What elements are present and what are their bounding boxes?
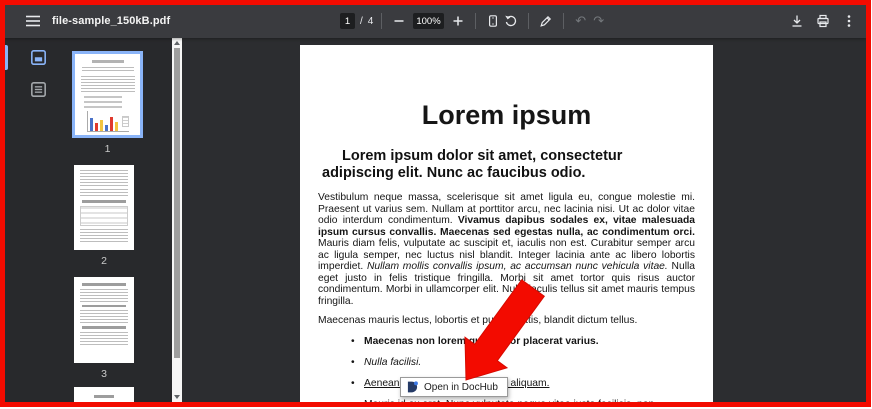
open-in-dochub-button[interactable]: Open in DocHub xyxy=(400,377,508,397)
zoom-in-icon[interactable] xyxy=(449,12,467,30)
undo-icon[interactable]: ↶ xyxy=(572,12,590,30)
zoom-out-icon[interactable] xyxy=(390,12,408,30)
bullet-item: Maecenas non lorem quis tortor placerat … xyxy=(364,336,695,348)
open-in-dochub-label: Open in DocHub xyxy=(424,382,498,393)
second-paragraph: Maecenas mauris lectus, lobortis et puru… xyxy=(318,315,695,327)
thumbnail-page-2-preview[interactable] xyxy=(74,165,134,250)
thumbnails-panel: 1 2 3 xyxy=(56,38,172,402)
thumbnail-chart-preview xyxy=(87,111,129,132)
paragraph-text-italic: Nullam mollis convallis ipsum, ac accums… xyxy=(367,261,668,272)
redo-icon[interactable]: ↷ xyxy=(590,12,608,30)
more-options-icon[interactable] xyxy=(840,12,858,30)
thumbnail-page-number: 3 xyxy=(74,368,134,380)
document-title: Lorem ipsum xyxy=(300,100,713,130)
sidebar-rail xyxy=(4,38,56,402)
document-outline-icon[interactable] xyxy=(30,81,47,98)
download-icon[interactable] xyxy=(788,12,806,30)
thumbnail-page-3: 3 xyxy=(74,277,134,380)
scrollbar-thumb[interactable] xyxy=(174,48,180,358)
thumbnail-page-3-preview[interactable] xyxy=(74,277,134,363)
thumbnail-page-number: 1 xyxy=(69,143,146,155)
screenshot-canvas: file-sample_150kB.pdf 1 / 4 100% xyxy=(0,0,872,409)
toolbar-divider xyxy=(381,13,382,29)
pdf-toolbar: file-sample_150kB.pdf 1 / 4 100% xyxy=(4,4,866,38)
active-view-indicator xyxy=(5,45,8,70)
toolbar-divider xyxy=(475,13,476,29)
annotate-icon[interactable] xyxy=(537,12,555,30)
body-paragraph: Vestibulum neque massa, scelerisque sit … xyxy=(318,192,695,307)
toolbar-divider xyxy=(563,13,564,29)
page-separator: / xyxy=(360,16,363,27)
thumbnail-preview xyxy=(84,106,122,108)
thumbnail-preview xyxy=(84,96,122,98)
page-total: 4 xyxy=(368,16,374,27)
rotate-icon[interactable] xyxy=(502,12,520,30)
thumbnail-preview xyxy=(81,76,135,93)
thumbnail-preview xyxy=(92,60,124,63)
toolbar-divider xyxy=(528,13,529,29)
document-filename: file-sample_150kB.pdf xyxy=(52,15,170,27)
page-number-input[interactable]: 1 xyxy=(340,13,355,29)
dochub-logo-icon xyxy=(407,380,418,394)
thumbnail-preview xyxy=(82,67,134,73)
bullet-item: Mauris id ex erat. Nunc vulputate neque … xyxy=(364,399,695,403)
thumbnails-view-icon[interactable] xyxy=(30,49,47,66)
thumbnail-page-1: 1 xyxy=(69,51,146,155)
thumbnail-page-2: 2 xyxy=(74,165,134,267)
toolbar-right-controls xyxy=(788,12,858,30)
document-viewport[interactable]: Lorem ipsum Lorem ipsum dolor sit amet, … xyxy=(182,38,866,402)
thumbnail-page-1-preview[interactable] xyxy=(72,51,143,138)
thumbnail-page-4 xyxy=(74,387,134,402)
fit-page-icon[interactable] xyxy=(484,12,502,30)
document-subtitle: Lorem ipsum dolor sit amet, consectetur … xyxy=(322,148,691,182)
bullet-item: Nulla facilisi. xyxy=(364,357,695,369)
thumbnail-page-4-preview[interactable] xyxy=(74,387,134,402)
thumbnail-preview xyxy=(84,101,122,103)
thumbnails-scrollbar[interactable] xyxy=(172,38,182,402)
thumbnail-page-number: 2 xyxy=(74,255,134,267)
scroll-up-icon[interactable] xyxy=(172,38,182,48)
zoom-level-value[interactable]: 100% xyxy=(413,13,443,29)
toolbar-center-controls: 1 / 4 100% ↶ ↷ xyxy=(340,4,608,38)
pdf-page-1: Lorem ipsum Lorem ipsum dolor sit amet, … xyxy=(300,45,713,402)
scroll-down-icon[interactable] xyxy=(172,392,182,402)
print-icon[interactable] xyxy=(814,12,832,30)
menu-icon[interactable] xyxy=(24,12,42,30)
